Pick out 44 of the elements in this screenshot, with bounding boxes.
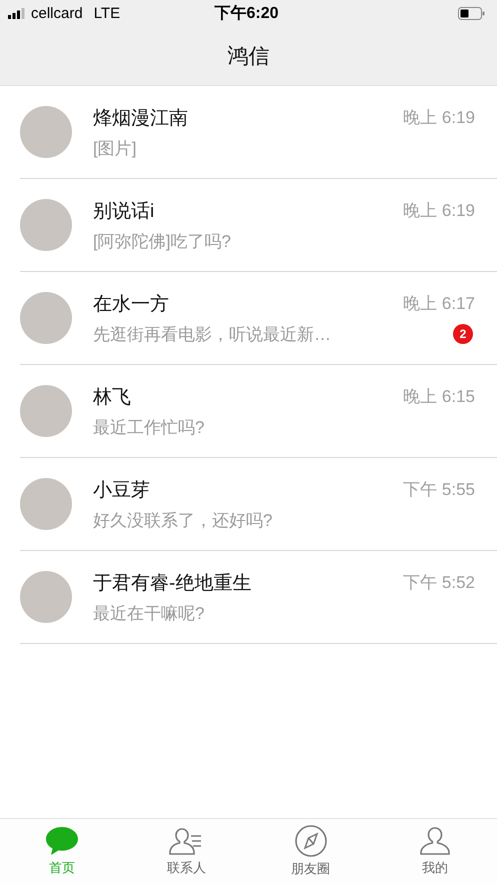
- message-time: 下午 5:55: [403, 479, 475, 501]
- message-preview: 最近在干嘛呢?: [93, 602, 204, 624]
- avatar-photo: [20, 292, 72, 344]
- unread-badge: 2: [453, 324, 473, 344]
- screen-title: 鸿信: [228, 44, 270, 70]
- carrier-name: cellcard: [31, 4, 83, 22]
- chat-row[interactable]: 小豆芽 下午 5:55 好久没联系了，还好吗?: [20, 458, 497, 551]
- chat-row[interactable]: 烽烟漫江南 晚上 6:19 [图片]: [20, 86, 497, 179]
- status-time: 下午6:20: [214, 4, 279, 24]
- contact-name: 别说话i: [93, 200, 154, 224]
- message-preview: [图片]: [93, 138, 136, 160]
- avatar-photo: [20, 478, 72, 530]
- contact-name: 在水一方: [93, 292, 169, 316]
- message-time: 晚上 6:15: [403, 386, 475, 408]
- contacts-icon: [169, 826, 204, 856]
- chat-row[interactable]: 别说话i 晚上 6:19 [阿弥陀佛]吃了吗?: [20, 179, 497, 272]
- avatar-photo: [20, 106, 72, 158]
- message-preview: 先逛街再看电影，听说最近新…: [93, 324, 331, 346]
- chat-row[interactable]: 于君有睿-绝地重生 下午 5:52 最近在干嘛呢?: [20, 551, 497, 644]
- message-time: 下午 5:52: [403, 572, 475, 594]
- contact-name: 小豆芽: [93, 478, 150, 502]
- message-preview: [阿弥陀佛]吃了吗?: [93, 230, 231, 252]
- message-preview: 好久没联系了，还好吗?: [93, 510, 272, 532]
- signal-icon: [8, 8, 26, 18]
- tab-button[interactable]: 联系人: [124, 819, 248, 883]
- chat-bubble-icon: [45, 826, 80, 856]
- avatar-photo: [20, 571, 72, 623]
- tab-button[interactable]: 朋友圈: [248, 819, 373, 883]
- compass-icon: [294, 824, 328, 856]
- network-type: LTE: [94, 4, 120, 22]
- message-time: 晚上 6:17: [403, 293, 475, 315]
- contact-name: 烽烟漫江南: [93, 106, 188, 130]
- tab-button[interactable]: 我的: [372, 819, 497, 883]
- battery-icon: [458, 6, 485, 20]
- avatar-photo: [20, 385, 72, 437]
- chat-row[interactable]: 在水一方 晚上 6:17 先逛街再看电影，听说最近新… 2: [20, 272, 497, 365]
- message-time: 晚上 6:19: [403, 200, 475, 222]
- message-time: 晚上 6:19: [403, 107, 475, 129]
- contact-name: 林飞: [93, 386, 131, 410]
- avatar-photo: [20, 199, 72, 251]
- person-icon: [418, 826, 452, 856]
- message-preview: 最近工作忙吗?: [93, 416, 204, 438]
- contact-name: 于君有睿-绝地重生: [93, 572, 252, 596]
- chat-row[interactable]: 林飞 晚上 6:15 最近工作忙吗?: [20, 365, 497, 458]
